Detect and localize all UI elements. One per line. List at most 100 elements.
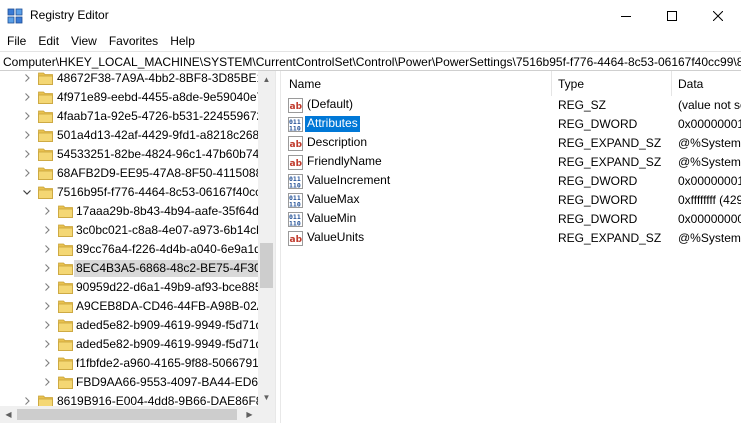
value-data: @%SystemRoot%	[678, 155, 741, 169]
values-list-pane[interactable]: Name Type Data ab (Default) REG_SZ (value n…	[281, 71, 741, 423]
value-row[interactable]: ab Description REG_EXPAND_SZ @%SystemRoot%	[281, 134, 741, 153]
column-divider[interactable]	[671, 71, 672, 96]
value-name: (Default)	[307, 97, 354, 111]
minimize-button[interactable]	[603, 0, 649, 31]
menu-help[interactable]: Help	[164, 34, 201, 48]
tree-item[interactable]: 48672F38-7A9A-4bb2-8BF8-3D85BE19DE4E	[0, 71, 275, 88]
menu-file[interactable]: File	[0, 34, 32, 48]
key-tree-pane[interactable]: 48672F38-7A9A-4bb2-8BF8-3D85BE19DE4E 4f97…	[0, 71, 275, 423]
chevron-right-icon[interactable]	[22, 92, 32, 102]
tree-horizontal-scroll-thumb[interactable]	[17, 409, 237, 420]
address-path[interactable]: Computer\HKEY_LOCAL_MACHINE\SYSTEM\Curre…	[3, 55, 741, 69]
value-row[interactable]: 011110 ValueMin REG_DWORD 0x00000000 (0)	[281, 210, 741, 229]
tree-item-label: 3c0bc021-c8a8-4e07-a973-6b14cbcb2b7e	[76, 223, 275, 237]
binary-value-icon: 011110	[288, 193, 303, 208]
value-row[interactable]: ab FriendlyName REG_EXPAND_SZ @%SystemRoot%	[281, 153, 741, 172]
tree-item[interactable]: 17aaa29b-8b43-4b94-aafe-35f64daaf1ee	[0, 202, 275, 221]
chevron-right-icon[interactable]	[22, 168, 32, 178]
folder-icon	[58, 338, 73, 351]
value-type: REG_DWORD	[558, 193, 638, 207]
window-title: Registry Editor	[30, 8, 109, 22]
address-bar[interactable]: Computer\HKEY_LOCAL_MACHINE\SYSTEM\Curre…	[0, 51, 741, 71]
column-header-name[interactable]: Name	[289, 77, 321, 91]
tree-vertical-scroll-thumb[interactable]	[260, 243, 273, 288]
chevron-right-icon[interactable]	[42, 377, 52, 387]
svg-text:ab: ab	[290, 159, 303, 169]
svg-text:ab: ab	[290, 140, 303, 150]
chevron-right-icon[interactable]	[22, 73, 32, 83]
folder-icon	[38, 129, 53, 142]
value-row[interactable]: ab (Default) REG_SZ (value not set)	[281, 96, 741, 115]
binary-value-icon: 011110	[288, 117, 303, 132]
tree-item-label: 68AFB2D9-EE95-47A8-8F50-4115088073AE	[57, 166, 275, 180]
tree-item[interactable]: 501a4d13-42af-4429-9fd1-a8218c268e20	[0, 126, 275, 145]
value-row[interactable]: 011 110 ValueIncrement REG_DWORD 0x00000001 …	[281, 172, 741, 191]
scroll-up-icon[interactable]: ▲	[258, 71, 275, 88]
value-data: 0x00000001 (1)	[678, 117, 741, 131]
scroll-left-icon[interactable]: ◀	[0, 406, 17, 423]
tree-item[interactable]: FBD9AA66-9553-4097-BA44-ED6E9D65EAB8	[0, 373, 275, 392]
folder-icon	[58, 262, 73, 275]
tree-item-label: 54533251-82be-4824-96c1-47b60b740d00	[57, 147, 275, 161]
tree-item[interactable]: 8EC4B3A5-6868-48c2-BE75-4F3044BE88A7	[0, 259, 275, 278]
tree-vertical-scrollbar[interactable]: ▲ ▼	[258, 71, 275, 406]
tree-item[interactable]: aded5e82-b909-4619-9949-f5d71dac0bcc	[0, 335, 275, 354]
chevron-right-icon[interactable]	[42, 225, 52, 235]
chevron-right-icon[interactable]	[42, 358, 52, 368]
svg-text:ab: ab	[290, 235, 303, 245]
folder-icon	[58, 281, 73, 294]
tree-item[interactable]: 90959d22-d6a1-49b9-af93-bce885ad335b	[0, 278, 275, 297]
folder-icon	[38, 148, 53, 161]
chevron-right-icon[interactable]	[42, 301, 52, 311]
value-data: (value not set)	[678, 98, 741, 112]
svg-text:110: 110	[289, 201, 301, 209]
chevron-right-icon[interactable]	[42, 320, 52, 330]
chevron-right-icon[interactable]	[22, 149, 32, 159]
scroll-down-icon[interactable]: ▼	[258, 389, 275, 406]
column-header-data[interactable]: Data	[678, 77, 703, 91]
value-row[interactable]: ab ValueUnits REG_EXPAND_SZ @%SystemRoot%	[281, 229, 741, 248]
value-type: REG_DWORD	[558, 117, 638, 131]
value-name: Description	[307, 135, 368, 149]
tree-item-label: 4faab71a-92e5-4726-b531-224559672d19	[57, 109, 275, 123]
menu-view[interactable]: View	[65, 34, 103, 48]
menu-favorites[interactable]: Favorites	[103, 34, 164, 48]
folder-icon	[58, 243, 73, 256]
chevron-right-icon[interactable]	[22, 396, 32, 406]
chevron-right-icon[interactable]	[42, 339, 52, 349]
tree-item[interactable]: 89cc76a4-f226-4d4b-a040-6e9a1da9b882	[0, 240, 275, 259]
tree-item[interactable]: 3c0bc021-c8a8-4e07-a973-6b14cbcb2b7e	[0, 221, 275, 240]
value-name: Attributes	[304, 115, 361, 133]
scroll-right-icon[interactable]: ▶	[241, 406, 258, 423]
scrollbar-corner	[258, 406, 275, 423]
tree-item[interactable]: 4f971e89-eebd-4455-a8de-9e59040e7347	[0, 88, 275, 107]
tree-item-label: aded5e82-b909-4619-9949-f5d71dac0bcc	[76, 337, 275, 351]
column-divider[interactable]	[551, 71, 552, 96]
tree-item[interactable]: f1fbfde2-a960-4165-9f88-50667911ce96	[0, 354, 275, 373]
title-bar: Registry Editor	[0, 0, 741, 31]
chevron-right-icon[interactable]	[42, 263, 52, 273]
value-row[interactable]: 011110Attributes REG_DWORD 0x00000001 (1)	[281, 115, 741, 134]
chevron-down-icon[interactable]	[22, 187, 32, 197]
chevron-right-icon[interactable]	[42, 206, 52, 216]
chevron-right-icon[interactable]	[22, 111, 32, 121]
column-header-type[interactable]: Type	[558, 77, 584, 91]
tree-item[interactable]: 4faab71a-92e5-4726-b531-224559672d19	[0, 107, 275, 126]
value-row[interactable]: 011110 ValueMax REG_DWORD 0xffffffff (42949…	[281, 191, 741, 210]
tree-horizontal-scrollbar[interactable]: ◀ ▶	[0, 406, 258, 423]
maximize-button[interactable]	[649, 0, 695, 31]
tree-item-label: 7516b95f-f776-4464-8c53-06167f40cc99	[57, 185, 275, 199]
tree-item[interactable]: 68AFB2D9-EE95-47A8-8F50-4115088073AE	[0, 164, 275, 183]
list-header: Name Type Data	[281, 71, 741, 96]
tree-item[interactable]: 7516b95f-f776-4464-8c53-06167f40cc99	[0, 183, 275, 202]
chevron-right-icon[interactable]	[42, 282, 52, 292]
tree-item[interactable]: 54533251-82be-4824-96c1-47b60b740d00	[0, 145, 275, 164]
binary-value-icon: 011110	[288, 174, 303, 189]
value-type: REG_SZ	[558, 98, 607, 112]
menu-edit[interactable]: Edit	[32, 34, 65, 48]
tree-item[interactable]: aded5e82-b909-4619-9949-f5d71dac0bcb	[0, 316, 275, 335]
chevron-right-icon[interactable]	[22, 130, 32, 140]
chevron-right-icon[interactable]	[42, 244, 52, 254]
tree-item[interactable]: A9CEB8DA-CD46-44FB-A98B-02AF69DE4623	[0, 297, 275, 316]
close-button[interactable]	[695, 0, 741, 31]
